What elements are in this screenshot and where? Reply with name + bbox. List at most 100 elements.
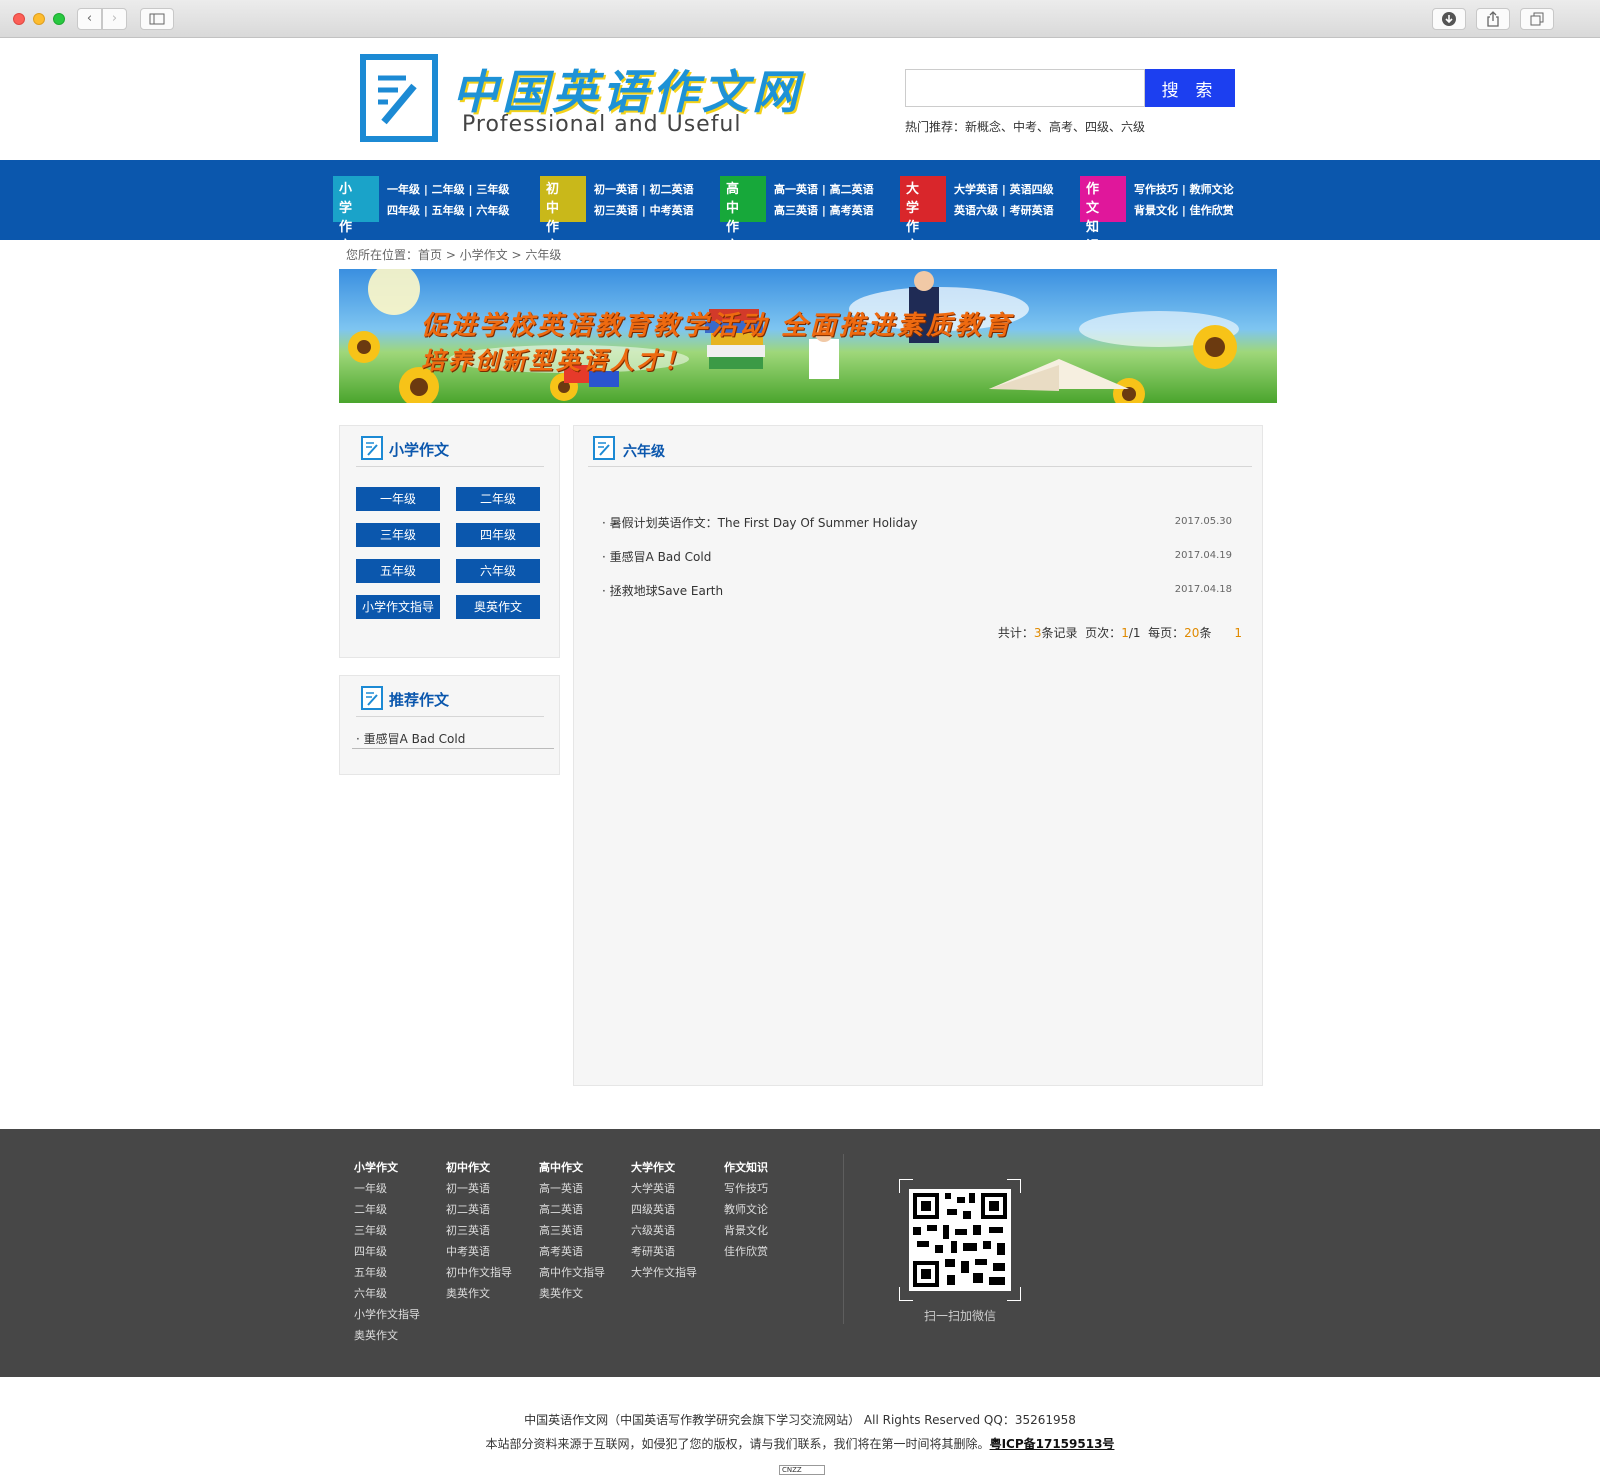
footer-link[interactable]: 高一英语	[539, 1178, 605, 1199]
site-footer: 小学作文 一年级 二年级 三年级 四年级 五年级 六年级 小学作文指导 奥英作文…	[0, 1129, 1600, 1377]
grade-button-1[interactable]: 一年级	[356, 487, 440, 511]
footer-link[interactable]: 背景文化	[724, 1220, 768, 1241]
footer-column-primary: 小学作文 一年级 二年级 三年级 四年级 五年级 六年级 小学作文指导 奥英作文	[354, 1157, 420, 1346]
search-input[interactable]	[905, 69, 1145, 107]
footer-column-college: 大学作文 大学英语 四级英语 六级英语 考研英语 大学作文指导	[631, 1157, 697, 1283]
recommended-panel-title: 推荐作文	[389, 691, 450, 709]
footer-link[interactable]: 初一英语	[446, 1178, 512, 1199]
footer-link[interactable]: 佳作欣赏	[724, 1241, 768, 1262]
nav-tag-knowledge[interactable]: 作 文 知 识	[1080, 176, 1126, 254]
footer-column-knowledge: 作文知识 写作技巧 教师文论 背景文化 佳作欣赏	[724, 1157, 768, 1262]
grade-button-6[interactable]: 六年级	[456, 559, 540, 583]
pen-paper-icon	[361, 436, 383, 460]
tab-overview-button[interactable]	[1520, 8, 1554, 30]
footer-link[interactable]: 高考英语	[539, 1241, 605, 1262]
category-panel-title: 小学作文	[389, 441, 450, 459]
footer-link[interactable]: 奥英作文	[539, 1283, 605, 1304]
footer-link[interactable]: 四级英语	[631, 1199, 697, 1220]
zoom-window-button[interactable]	[53, 13, 65, 25]
footer-link[interactable]: 初二英语	[446, 1199, 512, 1220]
article-link[interactable]: · 拯救地球Save Earth	[602, 582, 723, 599]
search-button[interactable]: 搜 索	[1145, 69, 1235, 107]
close-window-button[interactable]	[13, 13, 25, 25]
nav-tag-junior[interactable]: 初 中 作 文	[540, 176, 586, 254]
footer-link[interactable]: 六级英语	[631, 1220, 697, 1241]
chevron-right-icon: ›	[111, 11, 118, 26]
sidebar-toggle-button[interactable]	[140, 8, 174, 30]
recommended-item[interactable]: · 重感冒A Bad Cold	[356, 730, 465, 747]
site-header: 中国英语作文网 Professional and Useful 搜 索 热门推荐…	[0, 38, 1600, 160]
footer-link[interactable]: 三年级	[354, 1220, 420, 1241]
icp-link[interactable]: 粤ICP备17159513号	[990, 1437, 1115, 1451]
forward-button[interactable]: ›	[102, 8, 127, 30]
copyright-text: 中国英语作文网（中国英语写作教学研究会旗下学习交流网站） All Rights …	[524, 1413, 1076, 1427]
article-list-panel: 六年级 · 暑假计划英语作文：The First Day Of Summer H…	[573, 425, 1263, 1086]
downloads-button[interactable]	[1432, 8, 1466, 30]
hot-recommendations: 热门推荐：新概念、中考、高考、四级、六级	[905, 118, 1145, 135]
article-link[interactable]: · 暑假计划英语作文：The First Day Of Summer Holid…	[602, 514, 918, 531]
pen-paper-icon	[361, 686, 383, 710]
share-icon	[1487, 11, 1499, 27]
banner-slogan-2: 培养创新型英语人才！	[421, 346, 691, 375]
olympiad-english-button[interactable]: 奥英作文	[456, 595, 540, 619]
footer-link[interactable]: 考研英语	[631, 1241, 697, 1262]
grade-button-2[interactable]: 二年级	[456, 487, 540, 511]
footer-link[interactable]: 奥英作文	[446, 1283, 512, 1304]
footer-link[interactable]: 一年级	[354, 1178, 420, 1199]
grade-button-4[interactable]: 四年级	[456, 523, 540, 547]
download-icon	[1442, 12, 1456, 26]
tabs-icon	[1530, 12, 1544, 26]
nav-links-knowledge[interactable]: 写作技巧 | 教师文论 背景文化 | 佳作欣赏	[1134, 179, 1284, 221]
page-link-current[interactable]: 1	[1234, 626, 1242, 640]
notice-text: 本站部分资料来源于互联网，如侵犯了您的版权，请与我们联系，我们将在第一时间将其删…	[485, 1437, 990, 1451]
divider	[352, 748, 554, 749]
divider	[356, 466, 544, 467]
promo-banner: 促进学校英语教育教学活动 全面推进素质教育 培养创新型英语人才！	[339, 269, 1277, 403]
copyright-notice: 本站部分资料来源于互联网，如侵犯了您的版权，请与我们联系，我们将在第一时间将其删…	[0, 1435, 1600, 1452]
footer-link[interactable]: 中考英语	[446, 1241, 512, 1262]
footer-link[interactable]: 四年级	[354, 1241, 420, 1262]
browser-toolbar: ‹ ›	[0, 0, 1600, 38]
chevron-left-icon: ‹	[86, 11, 93, 26]
site-logo[interactable]	[360, 54, 438, 142]
footer-link[interactable]: 小学作文指导	[354, 1304, 420, 1325]
list-title: 六年级	[623, 444, 665, 460]
wechat-qr-code	[898, 1178, 1022, 1302]
hot-links[interactable]: 新概念、中考、高考、四级、六级	[965, 120, 1145, 134]
footer-link[interactable]: 教师文论	[724, 1199, 768, 1220]
footer-link[interactable]: 大学作文指导	[631, 1262, 697, 1283]
recommended-panel: 推荐作文 · 重感冒A Bad Cold	[339, 675, 560, 775]
pagination: 共计：3条记录 页次：1/1 每页：20条 1	[997, 626, 1242, 640]
divider	[588, 466, 1252, 467]
hot-label: 热门推荐：	[905, 120, 966, 134]
article-date: 2017.05.30	[1174, 516, 1232, 527]
main-nav: 小 学 作 文 一年级 | 二年级 | 三年级 四年级 | 五年级 | 六年级 初…	[0, 160, 1600, 254]
grade-button-5[interactable]: 五年级	[356, 559, 440, 583]
footer-link[interactable]: 高二英语	[539, 1199, 605, 1220]
footer-link[interactable]: 六年级	[354, 1283, 420, 1304]
footer-link[interactable]: 大学英语	[631, 1178, 697, 1199]
pen-paper-icon	[593, 436, 615, 460]
back-button[interactable]: ‹	[77, 8, 102, 30]
share-button[interactable]	[1476, 8, 1510, 30]
nav-tag-senior[interactable]: 高 中 作 文	[720, 176, 766, 254]
breadcrumb[interactable]: 您所在位置：首页 > 小学作文 > 六年级	[346, 246, 561, 263]
qr-code-icon	[898, 1178, 1022, 1302]
article-link[interactable]: · 重感冒A Bad Cold	[602, 548, 711, 565]
writing-guide-button[interactable]: 小学作文指导	[356, 595, 440, 619]
minimize-window-button[interactable]	[33, 13, 45, 25]
grade-button-3[interactable]: 三年级	[356, 523, 440, 547]
footer-column-senior: 高中作文 高一英语 高二英语 高三英语 高考英语 高中作文指导 奥英作文	[539, 1157, 605, 1304]
cnzz-badge[interactable]: CNZZ	[779, 1465, 825, 1475]
footer-link[interactable]: 高中作文指导	[539, 1262, 605, 1283]
nav-tag-college[interactable]: 大 学 作 文	[900, 176, 946, 254]
footer-link[interactable]: 初三英语	[446, 1220, 512, 1241]
footer-link[interactable]: 写作技巧	[724, 1178, 768, 1199]
nav-links-primary[interactable]: 一年级 | 二年级 | 三年级 四年级 | 五年级 | 六年级	[387, 179, 537, 221]
footer-link[interactable]: 奥英作文	[354, 1325, 420, 1346]
footer-link[interactable]: 二年级	[354, 1199, 420, 1220]
footer-link[interactable]: 初中作文指导	[446, 1262, 512, 1283]
footer-link[interactable]: 五年级	[354, 1262, 420, 1283]
nav-tag-primary[interactable]: 小 学 作 文	[333, 176, 379, 254]
footer-link[interactable]: 高三英语	[539, 1220, 605, 1241]
